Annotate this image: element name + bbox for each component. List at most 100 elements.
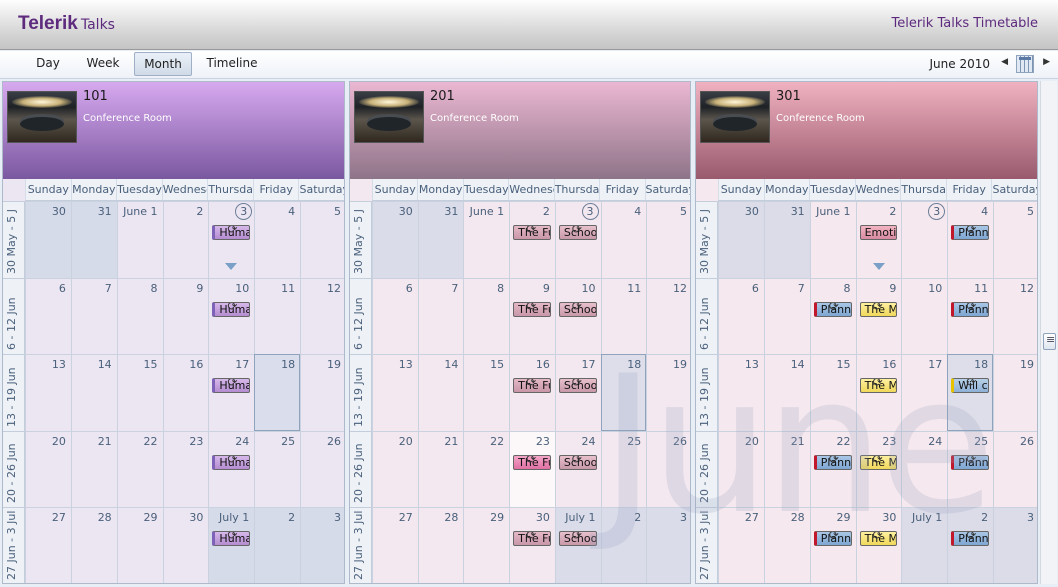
week-label[interactable]: 6 - 12 Jun	[3, 277, 25, 354]
appointment[interactable]: Plannii⟳	[813, 301, 852, 317]
day-cell[interactable]: 2	[254, 507, 301, 583]
triangle-left-icon[interactable]: ◀	[1001, 57, 1008, 67]
day-cell[interactable]: 13	[718, 354, 764, 431]
appointment[interactable]: Emotio	[859, 225, 898, 240]
appointment[interactable]: Human⟳	[212, 225, 251, 240]
day-cell[interactable]: 31	[70, 201, 117, 278]
day-cell[interactable]: 3	[901, 201, 948, 278]
appointment[interactable]: Planni ⟳	[951, 225, 990, 240]
week-label[interactable]: 13 - 19 Jun	[350, 354, 372, 431]
week-label[interactable]: 30 May - 5 J	[696, 201, 718, 278]
day-cell[interactable]: 3	[993, 507, 1037, 583]
day-cell[interactable]: 31	[763, 201, 810, 278]
day-cell[interactable]: 28	[70, 507, 117, 583]
appointment[interactable]: Schoo ⟳	[558, 301, 597, 317]
day-cell[interactable]: 6	[25, 277, 71, 354]
day-cell[interactable]: 7	[763, 277, 810, 354]
appointment[interactable]: Human⟳	[212, 378, 251, 393]
day-cell[interactable]: 19	[646, 354, 690, 431]
day-cell[interactable]: 3	[300, 507, 344, 583]
day-cell[interactable]: 13	[25, 354, 71, 431]
day-cell[interactable]: 7	[70, 277, 117, 354]
day-cell[interactable]: 19	[993, 354, 1037, 431]
week-label[interactable]: 27 Jun - 3 Jul	[3, 507, 25, 583]
day-cell[interactable]: 26	[993, 430, 1037, 507]
scrollbar-thumb[interactable]	[1043, 333, 1056, 350]
day-cell[interactable]: 2	[162, 201, 209, 278]
day-cell[interactable]: 12	[646, 277, 690, 354]
appointment[interactable]: Human⟳	[212, 301, 251, 317]
appointment[interactable]: The Fu⟳	[513, 454, 551, 470]
more-appointments-icon[interactable]	[872, 263, 885, 270]
day-cell[interactable]: 11	[600, 277, 647, 354]
day-cell[interactable]: 11	[254, 277, 301, 354]
day-cell[interactable]: 30	[25, 201, 71, 278]
day-cell[interactable]: 14	[70, 354, 117, 431]
appointment[interactable]: Schoo ⟳	[558, 454, 597, 470]
day-cell[interactable]: 14	[417, 354, 464, 431]
day-cell[interactable]: 19	[300, 354, 344, 431]
week-label[interactable]: 27 Jun - 3 Jul	[696, 507, 718, 583]
day-cell[interactable]: 28	[417, 507, 464, 583]
day-cell[interactable]: 21	[417, 430, 464, 507]
more-appointments-icon[interactable]	[225, 263, 238, 270]
appointment[interactable]: The Fu⟳	[513, 225, 551, 240]
day-cell[interactable]: 20	[25, 430, 71, 507]
day-cell[interactable]: 21	[763, 430, 810, 507]
triangle-right-icon[interactable]: ▶	[1043, 57, 1050, 67]
day-cell[interactable]: 20	[372, 430, 418, 507]
week-label[interactable]: 27 Jun - 3 Jul	[350, 507, 372, 583]
day-cell[interactable]: 13	[372, 354, 418, 431]
day-cell[interactable]: 4	[600, 201, 647, 278]
day-cell[interactable]: June 1	[116, 201, 163, 278]
appointment[interactable]: The Fu⟳	[513, 531, 551, 546]
day-cell[interactable]: 5	[993, 201, 1037, 278]
week-label[interactable]: 20 - 26 Jun	[3, 430, 25, 507]
day-cell[interactable]: 6	[372, 277, 418, 354]
day-cell[interactable]: 30	[372, 201, 418, 278]
appointment[interactable]: The M ⟳	[859, 531, 898, 546]
day-cell[interactable]: 22	[116, 430, 163, 507]
day-cell[interactable]: 3	[646, 507, 690, 583]
week-label[interactable]: 13 - 19 Jun	[3, 354, 25, 431]
appointment[interactable]: Planni ⟳	[951, 531, 990, 546]
day-cell[interactable]: June 1	[809, 201, 856, 278]
day-cell[interactable]: 15	[809, 354, 856, 431]
week-label[interactable]: 6 - 12 Jun	[350, 277, 372, 354]
day-cell[interactable]: 16	[162, 354, 209, 431]
day-cell[interactable]: 30	[718, 201, 764, 278]
appointment[interactable]: Plannii⟳	[813, 454, 852, 470]
day-cell[interactable]: 27	[718, 507, 764, 583]
day-cell[interactable]: 26	[646, 430, 690, 507]
week-label[interactable]: 20 - 26 Jun	[696, 430, 718, 507]
day-cell[interactable]: 25	[254, 430, 301, 507]
day-cell[interactable]: 21	[70, 430, 117, 507]
appointment[interactable]: Schoo ⟳	[558, 378, 597, 393]
day-cell[interactable]: 18	[254, 354, 301, 431]
day-cell[interactable]: 27	[25, 507, 71, 583]
day-cell[interactable]: 6	[718, 277, 764, 354]
vertical-scrollbar[interactable]	[1040, 81, 1057, 584]
appointment[interactable]: Human⟳	[212, 531, 251, 546]
appointment[interactable]: Schoo ⟳	[558, 225, 597, 240]
day-cell[interactable]: 8	[463, 277, 510, 354]
day-cell[interactable]: 29	[116, 507, 163, 583]
appointment[interactable]: Will ca⟳	[951, 378, 990, 393]
week-label[interactable]: 30 May - 5 J	[350, 201, 372, 278]
day-cell[interactable]: 15	[116, 354, 163, 431]
day-cell[interactable]: 23	[162, 430, 209, 507]
day-cell[interactable]: 18	[600, 354, 647, 431]
calendar-icon[interactable]	[1016, 55, 1034, 73]
view-week-button[interactable]: Week	[80, 52, 126, 76]
view-month-button[interactable]: Month	[134, 52, 192, 76]
appointment[interactable]: The M ⟳	[859, 301, 898, 317]
view-timeline-button[interactable]: Timeline	[200, 52, 264, 76]
day-cell[interactable]: 5	[300, 201, 344, 278]
day-cell[interactable]: 22	[463, 430, 510, 507]
day-cell[interactable]: 15	[463, 354, 510, 431]
appointment[interactable]: Human⟳	[212, 454, 251, 470]
week-label[interactable]: 13 - 19 Jun	[696, 354, 718, 431]
day-cell[interactable]: 28	[763, 507, 810, 583]
day-cell[interactable]: July 1	[901, 507, 948, 583]
appointment[interactable]: Planni ⟳	[951, 454, 990, 470]
